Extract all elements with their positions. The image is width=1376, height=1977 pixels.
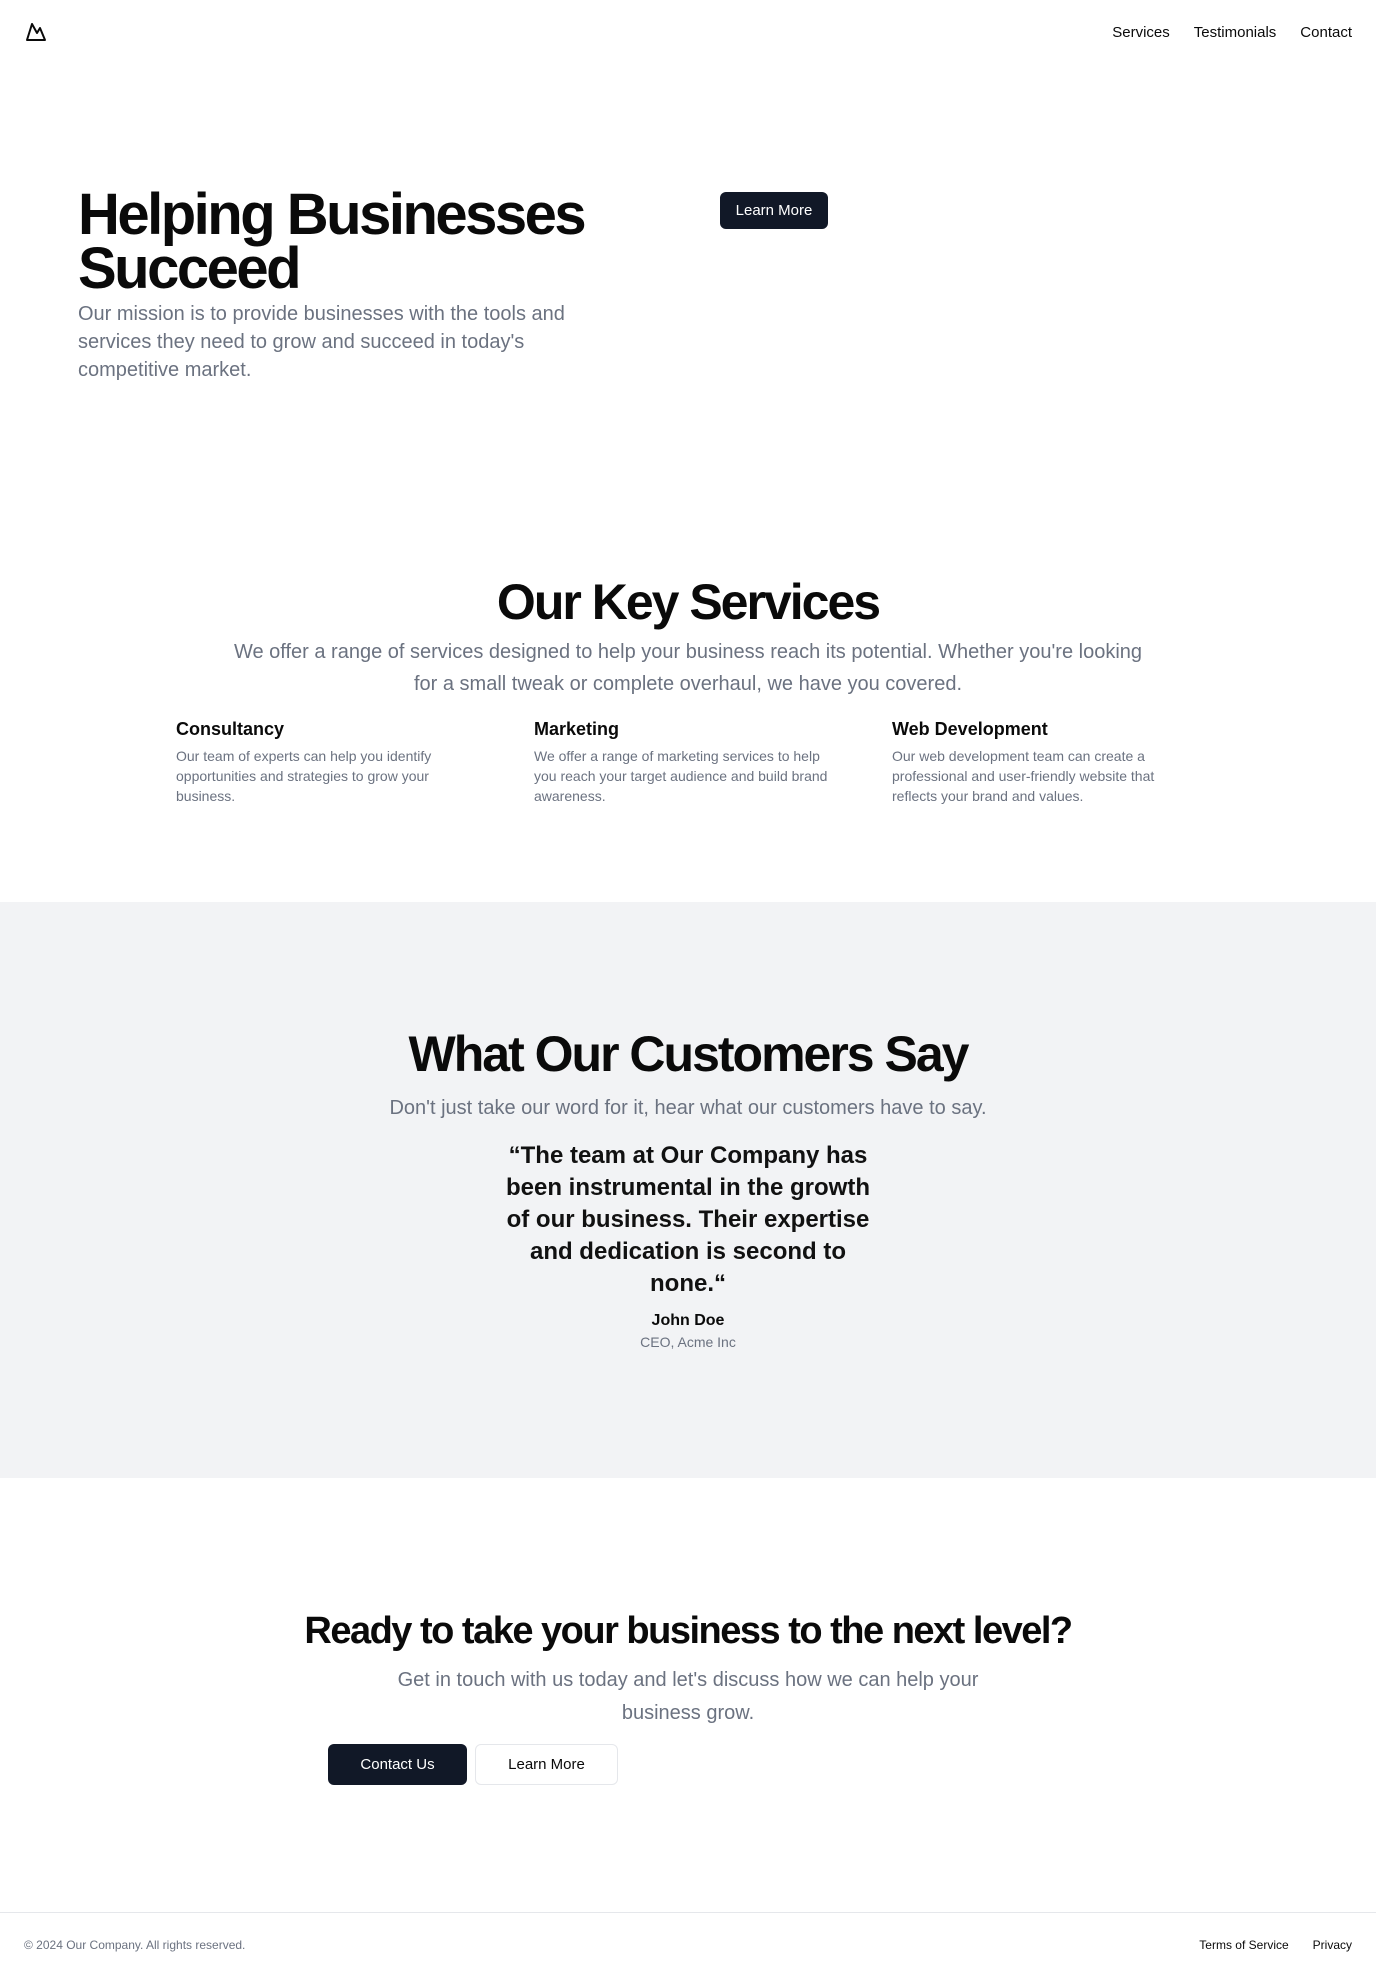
nav-link-services[interactable]: Services xyxy=(1112,24,1170,41)
cta-actions: Contact Us Learn More xyxy=(328,1744,618,1785)
site-footer: © 2024 Our Company. All rights reserved.… xyxy=(0,1912,1376,1977)
services-subtitle: We offer a range of services designed to… xyxy=(233,641,1143,695)
contact-us-button[interactable]: Contact Us xyxy=(328,1744,467,1785)
hero-title: Helping Businesses Succeed xyxy=(78,182,587,301)
footer-link-terms[interactable]: Terms of Service xyxy=(1199,1938,1288,1952)
hero-section: Helping Businesses Succeed Our mission i… xyxy=(0,64,1376,394)
cta-description: Get in touch with us today and let's dis… xyxy=(397,1669,979,1724)
cta-section: Ready to take your business to the next … xyxy=(0,1478,1376,1912)
services-cards: Consultancy Our team of experts can help… xyxy=(176,716,1192,806)
testimonial-quote: “The team at Our Company has been instru… xyxy=(505,1142,871,1297)
nav-link-contact[interactable]: Contact xyxy=(1300,24,1352,41)
service-card-title: Marketing xyxy=(534,719,620,739)
site-header: Services Testimonials Contact xyxy=(0,0,1376,64)
service-card-title: Web Development xyxy=(892,719,1048,739)
copyright-text: © 2024 Our Company. All rights reserved. xyxy=(24,1938,246,1952)
testimonials-title: What Our Customers Say xyxy=(408,1026,970,1082)
main-nav: Services Testimonials Contact xyxy=(1112,24,1352,41)
logo-link[interactable] xyxy=(24,20,48,44)
footer-nav: Terms of Service Privacy xyxy=(1199,1938,1352,1952)
service-card-text: Our web development team can create a pr… xyxy=(892,748,1155,804)
nav-link-testimonials[interactable]: Testimonials xyxy=(1194,24,1277,41)
testimonials-subtitle: Don't just take our word for it, hear wh… xyxy=(389,1097,987,1119)
cta-title: Ready to take your business to the next … xyxy=(304,1610,1073,1652)
service-card-text: Our team of experts can help you identif… xyxy=(176,748,432,804)
service-card-marketing: Marketing We offer a range of marketing … xyxy=(534,716,834,806)
service-card-consultancy: Consultancy Our team of experts can help… xyxy=(176,716,476,806)
footer-link-privacy[interactable]: Privacy xyxy=(1313,1938,1352,1952)
mountain-icon xyxy=(26,23,46,41)
service-card-text: We offer a range of marketing services t… xyxy=(534,748,828,804)
service-card-web-development: Web Development Our web development team… xyxy=(892,716,1192,806)
testimonials-section: What Our Customers Say Don't just take o… xyxy=(0,902,1376,1478)
services-section: Our Key Services We offer a range of ser… xyxy=(0,394,1376,902)
cta-learn-more-button[interactable]: Learn More xyxy=(475,1744,618,1785)
testimonial-author-role: CEO, Acme Inc xyxy=(640,1334,736,1350)
hero-description: Our mission is to provide businesses wit… xyxy=(78,303,565,381)
services-title: Our Key Services xyxy=(496,574,881,630)
service-card-title: Consultancy xyxy=(176,719,285,739)
hero-learn-more-button[interactable]: Learn More xyxy=(720,192,828,229)
testimonial-author-name: John Doe xyxy=(651,1312,725,1329)
